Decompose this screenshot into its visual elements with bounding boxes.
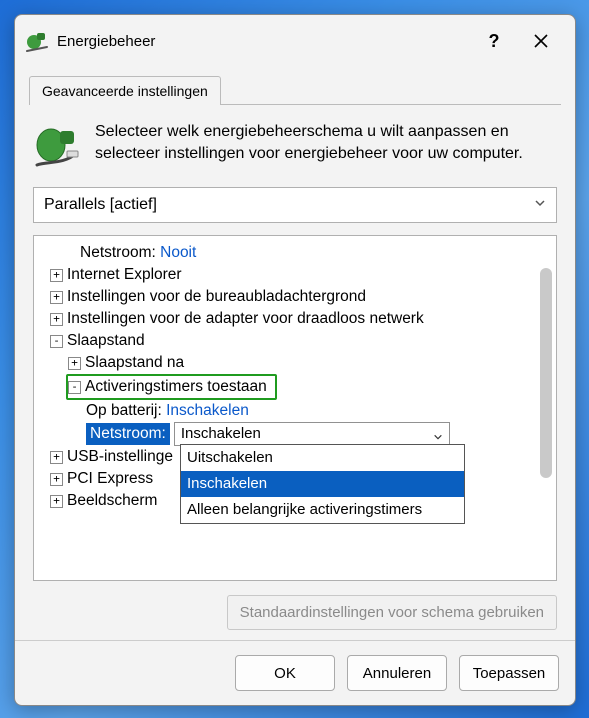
power-plan-select[interactable]: Parallels [actief] — [33, 187, 557, 223]
label: USB-instellinge — [67, 446, 173, 468]
expand-icon[interactable]: + — [50, 451, 63, 464]
expand-icon[interactable]: + — [50, 269, 63, 282]
label: Netstroom: — [80, 242, 156, 264]
tree-row-wireless-adapter[interactable]: + Instellingen voor de adapter voor draa… — [38, 308, 552, 330]
tree-row-internet-explorer[interactable]: + Internet Explorer — [38, 264, 552, 286]
tree-row-on-battery[interactable]: Op batterij: Inschakelen — [38, 400, 552, 422]
label: Slaapstand na — [85, 352, 184, 374]
expand-icon[interactable]: + — [50, 313, 63, 326]
expand-icon[interactable]: + — [68, 357, 81, 370]
battery-plug-icon — [33, 121, 81, 169]
tree-row-plugged-in[interactable]: Netstroom: Inschakelen — [38, 422, 552, 446]
expand-icon[interactable]: + — [50, 473, 63, 486]
settings-tree[interactable]: Netstroom: Nooit + Internet Explorer + I… — [34, 236, 556, 580]
apply-button[interactable]: Toepassen — [459, 655, 559, 691]
label: PCI Express — [67, 468, 153, 490]
label: Op batterij: — [86, 400, 162, 422]
dialog-footer: OK Annuleren Toepassen — [15, 640, 575, 705]
title-bar: Energiebeheer ? — [15, 15, 575, 65]
dropdown-option[interactable]: Inschakelen — [181, 471, 464, 497]
wake-timer-dropdown[interactable]: Uitschakelen Inschakelen Alleen belangri… — [180, 444, 465, 524]
dropdown-option[interactable]: Alleen belangrijke activeringstimers — [181, 497, 464, 523]
power-options-window: Energiebeheer ? Geavanceerde instellinge… — [14, 14, 576, 706]
tree-row-wake-timers[interactable]: - Activeringstimers toestaan — [38, 374, 552, 400]
expand-icon[interactable]: + — [50, 495, 63, 508]
value-link[interactable]: Nooit — [160, 242, 196, 264]
ok-button[interactable]: OK — [235, 655, 335, 691]
value-link[interactable]: Inschakelen — [166, 400, 249, 422]
collapse-icon[interactable]: - — [50, 335, 63, 348]
tree-row-sleep-after[interactable]: + Slaapstand na — [38, 352, 552, 374]
tree-row-sleep[interactable]: - Slaapstand — [38, 330, 552, 352]
label: Slaapstand — [67, 330, 145, 352]
highlighted-item: - Activeringstimers toestaan — [66, 374, 277, 400]
chevron-down-icon — [534, 196, 546, 214]
tree-scrollbar[interactable] — [540, 268, 552, 478]
tree-row-desktop-bg[interactable]: + Instellingen voor de bureaubladachterg… — [38, 286, 552, 308]
titlebar-controls: ? — [483, 31, 565, 52]
intro-text: Selecteer welk energiebeheerschema u wil… — [95, 121, 537, 169]
selected-label: Netstroom: — [86, 423, 170, 445]
label: Internet Explorer — [67, 264, 182, 286]
label: Activeringstimers toestaan — [85, 376, 267, 398]
tree-row-netstroom-top[interactable]: Netstroom: Nooit — [38, 242, 552, 264]
restore-defaults-button[interactable]: Standaardinstellingen voor schema gebrui… — [227, 595, 557, 630]
combo-value: Inschakelen — [181, 423, 261, 445]
expand-icon[interactable]: + — [50, 291, 63, 304]
tab-advanced-settings[interactable]: Geavanceerde instellingen — [29, 76, 221, 105]
cancel-button[interactable]: Annuleren — [347, 655, 447, 691]
tab-bar: Geavanceerde instellingen — [29, 75, 561, 105]
help-button[interactable]: ? — [483, 31, 505, 52]
settings-tree-container: Netstroom: Nooit + Internet Explorer + I… — [33, 235, 557, 581]
label: Instellingen voor de bureaubladachtergro… — [67, 286, 366, 308]
window-title: Energiebeheer — [57, 33, 483, 50]
dialog-body: Selecteer welk energiebeheerschema u wil… — [15, 105, 575, 640]
label: Beeldscherm — [67, 490, 157, 512]
power-plan-selected: Parallels [actief] — [44, 196, 157, 214]
app-icon — [25, 29, 49, 53]
dropdown-option[interactable]: Uitschakelen — [181, 445, 464, 471]
close-button[interactable] — [533, 33, 555, 49]
collapse-icon[interactable]: - — [68, 381, 81, 394]
plugged-in-combobox[interactable]: Inschakelen — [174, 422, 450, 446]
label: Instellingen voor de adapter voor draadl… — [67, 308, 424, 330]
intro-section: Selecteer welk energiebeheerschema u wil… — [33, 121, 557, 169]
